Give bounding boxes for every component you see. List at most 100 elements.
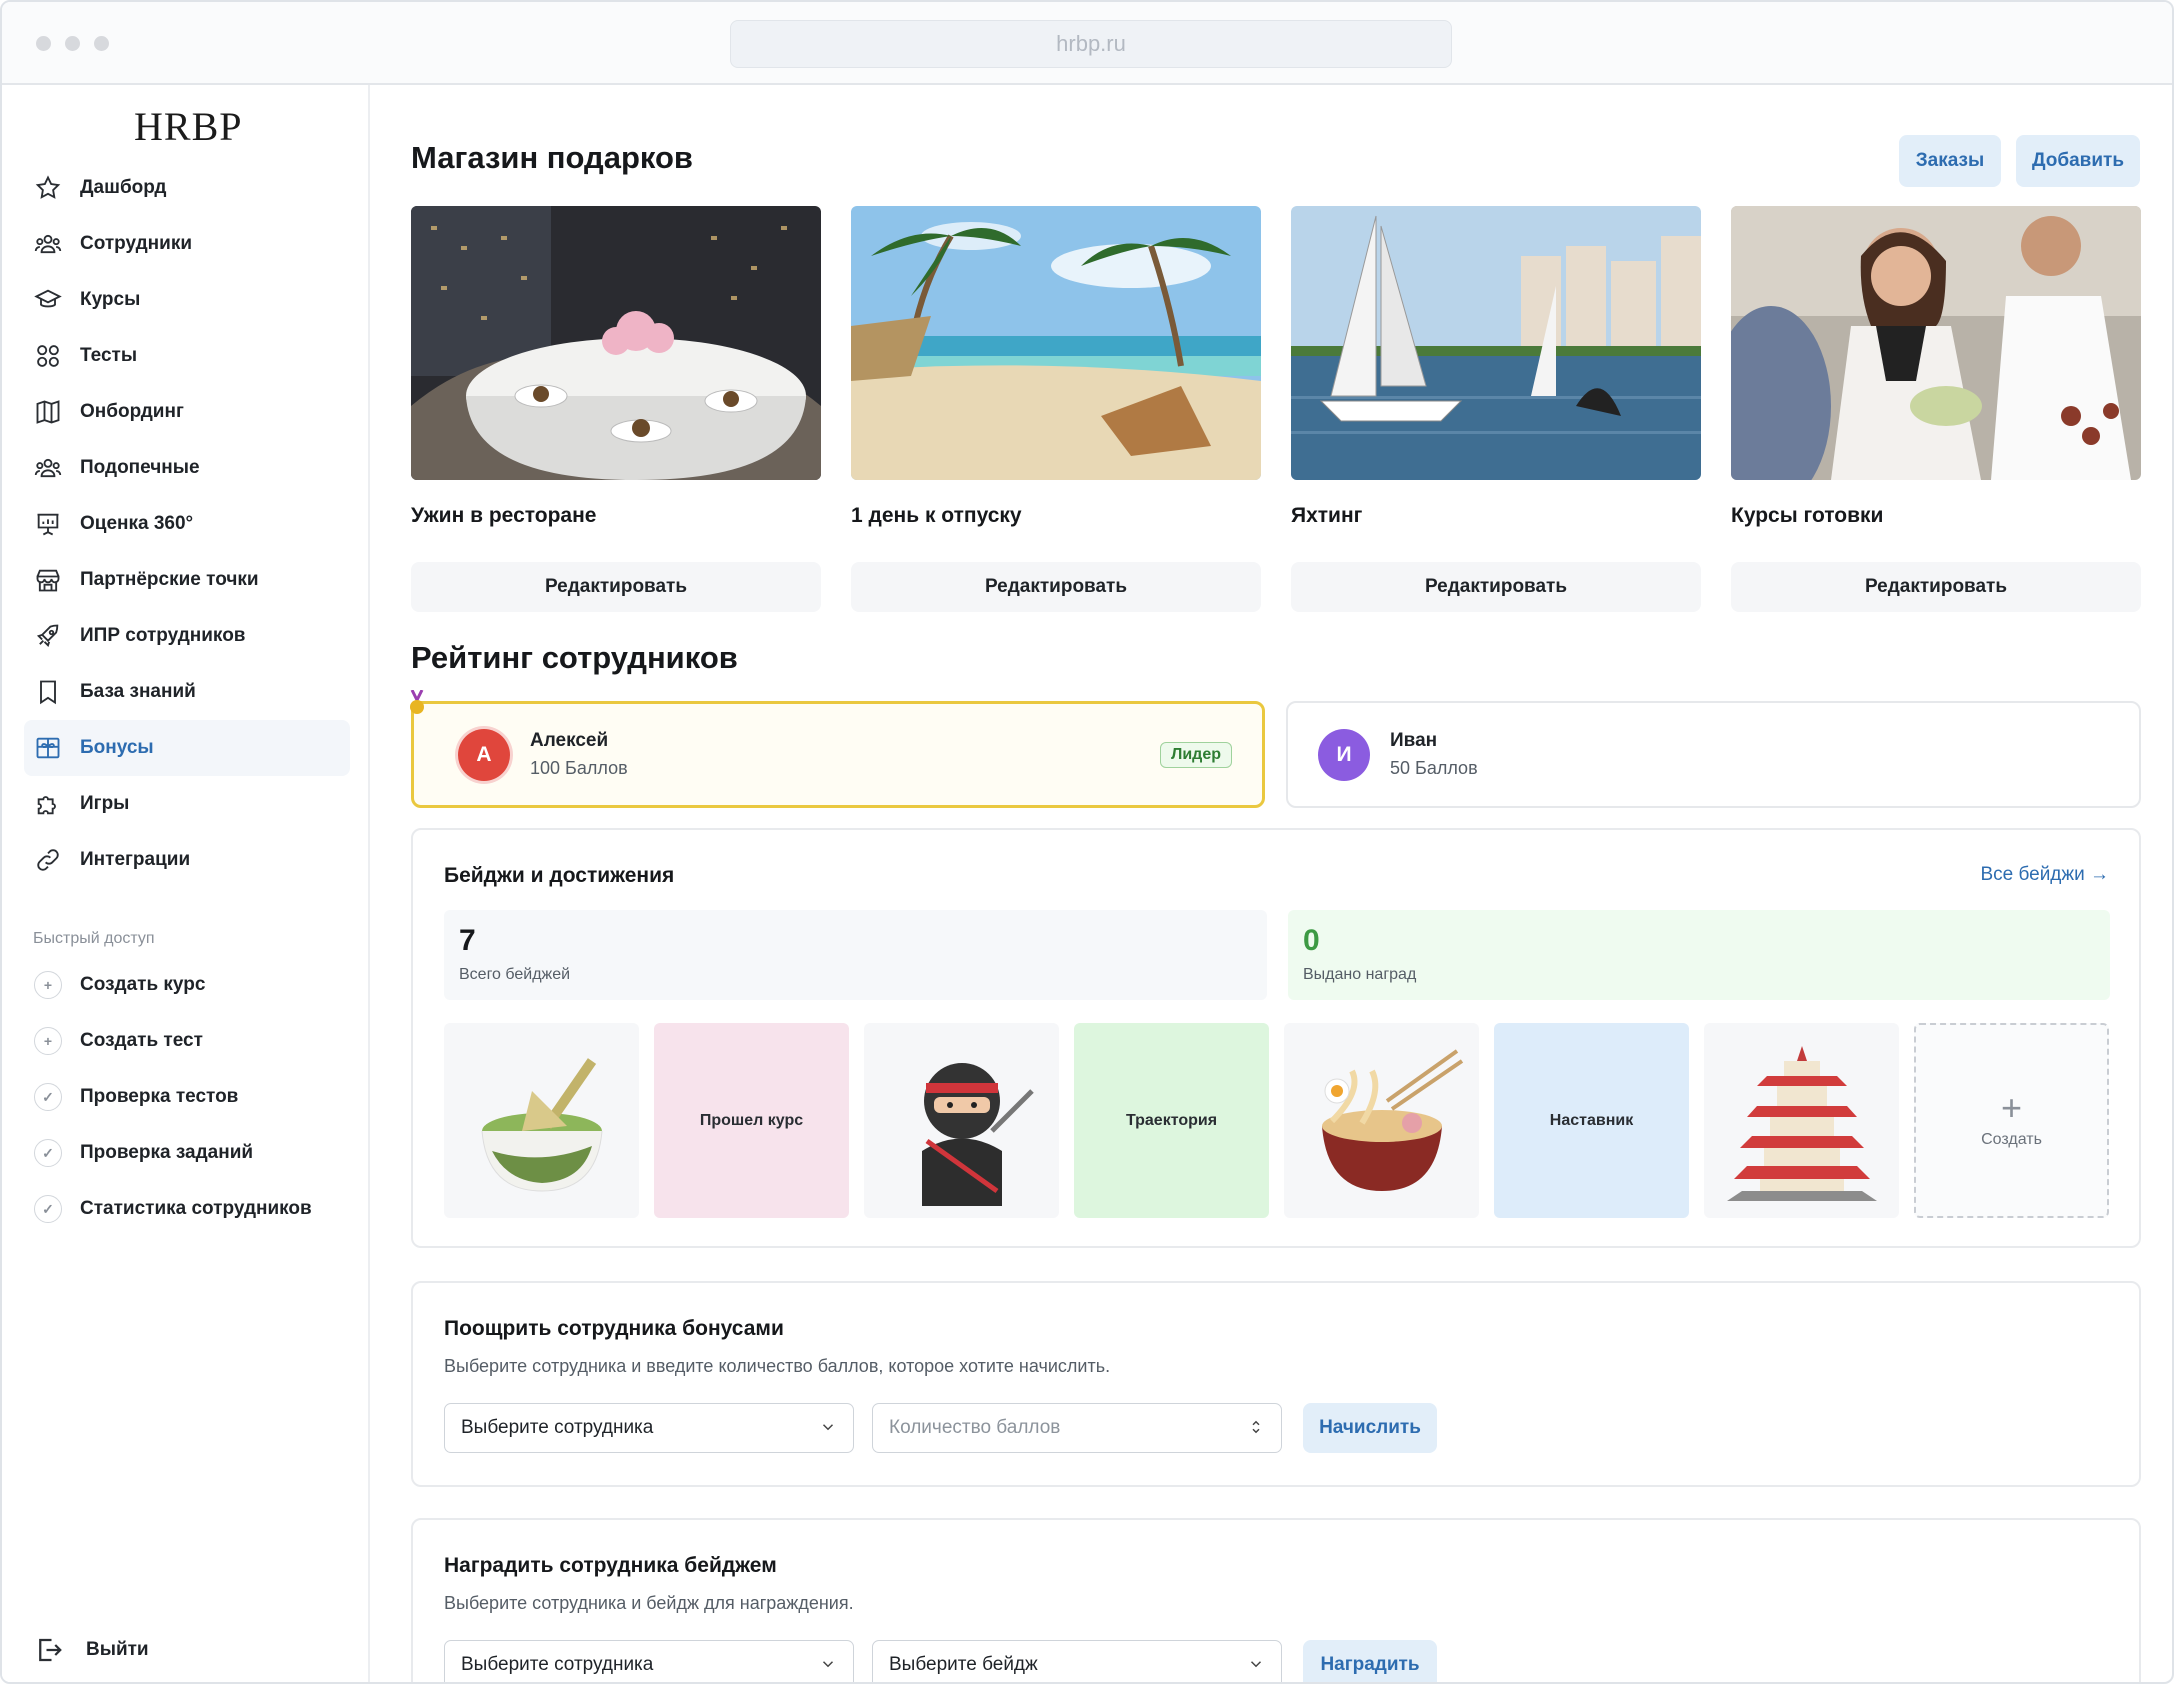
sidebar-item-mentees[interactable]: Подопечные (24, 440, 350, 496)
sidebar-item-label: База знаний (80, 681, 196, 702)
sidebar-item-knowledge-base[interactable]: База знаний (24, 664, 350, 720)
total-badges-value: 7 (459, 924, 476, 957)
employee-select[interactable]: Выберите сотрудника (444, 1640, 854, 1682)
reward-points-card: Поощрить сотрудника бонусами Выберите со… (411, 1281, 2141, 1487)
avatar: А (458, 728, 510, 781)
address-bar[interactable]: hrbp.ru (730, 20, 1452, 68)
badge-pagoda[interactable] (1704, 1023, 1899, 1218)
sidebar-item-integrations[interactable]: Интеграции (24, 832, 350, 888)
badge-select[interactable]: Выберите бейдж (872, 1640, 1282, 1682)
badge-ramen[interactable] (1284, 1023, 1479, 1218)
gift-card: 1 день к отпуску Редактировать (851, 206, 1261, 612)
chevron-down-icon (822, 1661, 834, 1668)
points-input-placeholder: Количество баллов (889, 1417, 1061, 1438)
matcha-bowl-icon (481, 1057, 602, 1192)
quick-check-tests[interactable]: ✓ Проверка тестов (24, 1069, 350, 1125)
awarded-label: Выдано наград (1303, 966, 1417, 983)
app-logo[interactable]: HRBP (134, 103, 243, 150)
stepper-icon (1252, 1420, 1260, 1434)
browser-titlebar: hrbp.ru (2, 2, 2172, 85)
chevron-down-icon (822, 1424, 834, 1431)
grid-icon (37, 345, 59, 367)
rating-title: Рейтинг сотрудников (411, 640, 738, 675)
reward-badge-subtitle: Выберите сотрудника и бейдж для награжде… (444, 1593, 854, 1613)
sidebar-item-games[interactable]: Игры (24, 776, 350, 832)
gift-card: Ужин в ресторане Редактировать (411, 206, 821, 612)
add-gift-button[interactable]: Добавить (2016, 135, 2140, 187)
rocket-icon (36, 624, 59, 648)
quick-create-test[interactable]: + Создать тест (24, 1013, 350, 1069)
browser-window: hrbp.ru HRBP Дашборд Сотрудники Курсы Те… (0, 0, 2174, 1684)
edit-gift-button[interactable]: Редактировать (1291, 562, 1701, 612)
sidebar-item-employees[interactable]: Сотрудники (24, 216, 350, 272)
points-input[interactable]: Количество баллов (872, 1403, 1282, 1453)
gift-card: Яхтинг Редактировать (1291, 206, 1701, 612)
reward-points-title: Поощрить сотрудника бонусами (444, 1317, 784, 1340)
rating-card-leader[interactable]: А Алексей 100 Баллов Лидер (410, 690, 1265, 808)
badge-course-passed[interactable]: Прошел курс (654, 1023, 849, 1218)
edit-gift-button[interactable]: Редактировать (851, 562, 1261, 612)
sidebar-item-label: Интеграции (80, 849, 191, 870)
link-icon (37, 849, 59, 871)
sidebar-item-label: Подопечные (80, 457, 200, 478)
badge-mentor[interactable]: Наставник (1494, 1023, 1689, 1218)
quick-check-tasks[interactable]: ✓ Проверка заданий (24, 1125, 350, 1181)
create-badge-label: Создать (1981, 1130, 2042, 1148)
gift-image-vacation[interactable] (851, 206, 1261, 480)
all-badges-link[interactable]: Все бейджи → (1980, 864, 2109, 886)
quick-access-list: + Создать курс + Создать тест ✓ Проверка те… (24, 957, 350, 1237)
gift-title: Курсы готовки (1731, 504, 1884, 527)
badges-title: Бейджи и достижения (444, 864, 675, 887)
quick-access-label: Создать тест (80, 1030, 203, 1051)
badges-card: Бейджи и достижения Все бейджи → 7 Всего… (411, 828, 2141, 1248)
sidebar-item-bonuses[interactable]: Бонусы (24, 720, 350, 776)
quick-create-course[interactable]: + Создать курс (24, 957, 350, 1013)
sidebar-item-idp[interactable]: ИПР сотрудников (24, 608, 350, 664)
gift-image-restaurant[interactable] (411, 206, 821, 480)
awarded-value: 0 (1303, 924, 1320, 957)
rating-card[interactable]: И Иван 50 Баллов (1286, 701, 2141, 808)
sidebar-item-label: Сотрудники (80, 233, 193, 254)
sidebar-item-courses[interactable]: Курсы (24, 272, 350, 328)
quick-employee-stats[interactable]: ✓ Статистика сотрудников (24, 1181, 350, 1237)
logout-button[interactable]: Выйти (34, 1635, 149, 1665)
reward-points-subtitle: Выберите сотрудника и введите количество… (444, 1356, 1111, 1376)
gift-icon (36, 737, 60, 759)
sidebar-item-label: Тесты (80, 345, 138, 366)
gift-card: Курсы готовки Редактировать (1731, 206, 2141, 612)
quick-access-label: Статистика сотрудников (80, 1198, 312, 1219)
plus-icon: + (34, 1027, 62, 1055)
badge-ninja[interactable] (864, 1023, 1059, 1218)
orders-button[interactable]: Заказы (1899, 135, 2001, 187)
plus-icon: + (34, 971, 62, 999)
window-controls[interactable] (36, 36, 109, 51)
sidebar-item-tests[interactable]: Тесты (24, 328, 350, 384)
edit-gift-button[interactable]: Редактировать (411, 562, 821, 612)
total-badges-label: Всего бейджей (459, 966, 571, 983)
badge-trajectory[interactable]: Траектория (1074, 1023, 1269, 1218)
reward-badge-card: Наградить сотрудника бейджем Выберите со… (411, 1518, 2141, 1682)
plus-icon: + (2000, 1086, 2023, 1128)
sidebar-item-dashboard[interactable]: Дашборд (24, 160, 350, 216)
sidebar-item-label: Курсы (80, 289, 141, 310)
employee-points: 50 Баллов (1390, 758, 1478, 778)
gift-image-cooking[interactable] (1731, 206, 2141, 480)
sidebar-item-onboarding[interactable]: Онбординг (24, 384, 350, 440)
award-badge-button[interactable]: Наградить (1303, 1640, 1437, 1682)
gift-image-yachting[interactable] (1291, 206, 1701, 480)
sidebar-item-label: Оценка 360° (80, 513, 194, 534)
awarded-stat: 0 Выдано наград (1288, 910, 2110, 1000)
check-icon: ✓ (34, 1083, 62, 1111)
badge-matcha[interactable] (444, 1023, 639, 1218)
sidebar-item-review-360[interactable]: Оценка 360° (24, 496, 350, 552)
edit-gift-button[interactable]: Редактировать (1731, 562, 2141, 612)
store-icon (36, 569, 60, 592)
total-badges-stat: 7 Всего бейджей (444, 910, 1267, 1000)
create-badge-button[interactable]: + Создать (1914, 1023, 2109, 1218)
sidebar-item-label: Онбординг (80, 401, 184, 422)
sidebar-item-partners[interactable]: Партнёрские точки (24, 552, 350, 608)
award-points-button[interactable]: Начислить (1303, 1403, 1437, 1453)
bookmark-icon (40, 680, 56, 705)
badge-grid: Прошел курс Траектория Наставник + Созда… (444, 1023, 2109, 1218)
employee-select[interactable]: Выберите сотрудника (444, 1403, 854, 1453)
